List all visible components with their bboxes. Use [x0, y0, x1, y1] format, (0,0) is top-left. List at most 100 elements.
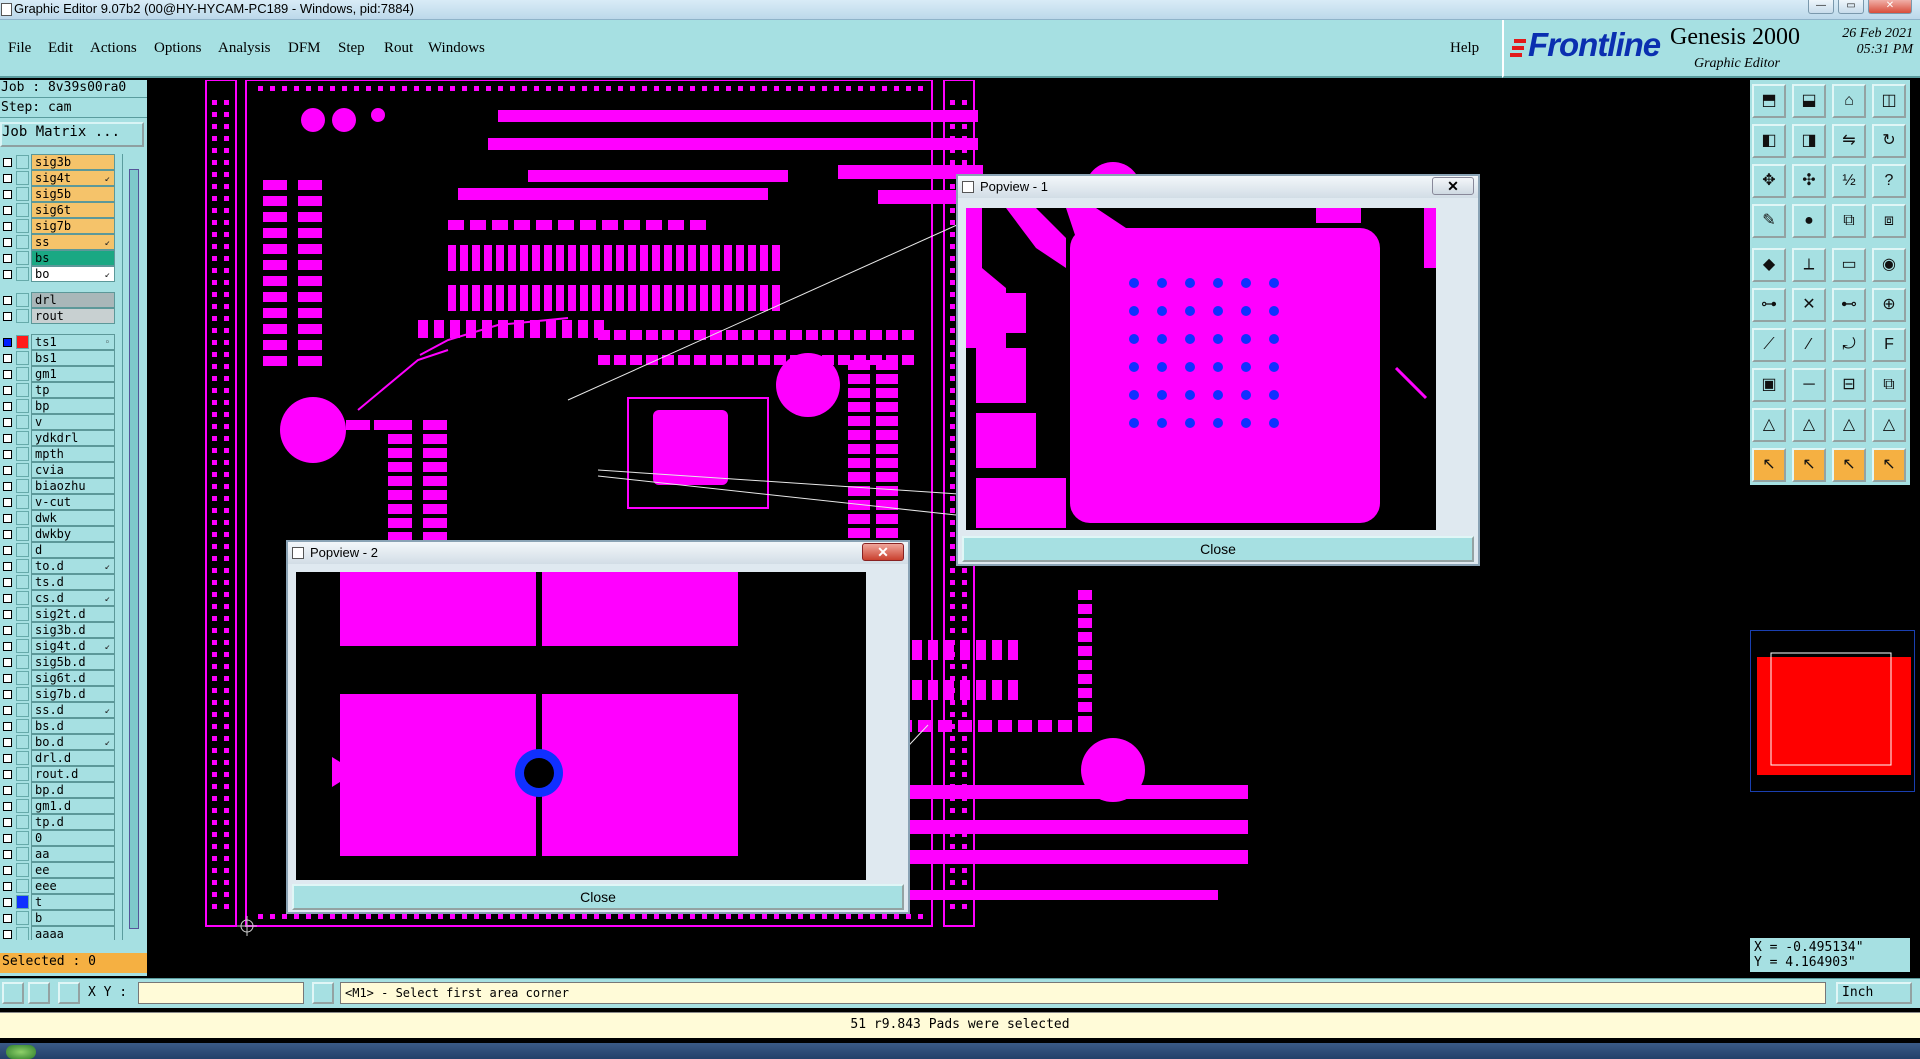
layer-scrollbar[interactable]	[122, 154, 144, 940]
layer-color-swatch[interactable]	[16, 911, 29, 925]
layer-checkbox[interactable]	[3, 850, 12, 859]
layer-color-swatch[interactable]	[16, 655, 29, 669]
layer-row[interactable]: ss.d ↙	[0, 702, 118, 718]
scrollbar-thumb[interactable]	[129, 169, 139, 929]
tool-button[interactable]: ◧	[1752, 124, 1786, 158]
layer-name[interactable]: drl	[31, 292, 115, 308]
layer-checkbox[interactable]	[3, 482, 12, 491]
layer-name[interactable]: sig3b.d	[31, 622, 115, 638]
layer-row[interactable]: sig6t	[0, 202, 118, 218]
layer-color-swatch[interactable]	[16, 767, 29, 781]
menu-actions[interactable]: Actions	[90, 40, 137, 57]
layer-checkbox[interactable]	[3, 642, 12, 651]
layer-checkbox[interactable]	[3, 254, 12, 263]
job-matrix-button[interactable]: Job Matrix ...	[0, 122, 144, 147]
layer-color-swatch[interactable]	[16, 335, 29, 349]
layer-color-swatch[interactable]	[16, 735, 29, 749]
layer-checkbox[interactable]	[3, 594, 12, 603]
layer-color-swatch[interactable]	[16, 719, 29, 733]
layer-checkbox[interactable]	[3, 450, 12, 459]
layer-name[interactable]: sig4t ↙	[31, 170, 115, 186]
layer-row[interactable]: bs1	[0, 350, 118, 366]
layer-color-swatch[interactable]	[16, 415, 29, 429]
layer-row[interactable]: ts.d	[0, 574, 118, 590]
layer-name[interactable]: rout.d	[31, 766, 115, 782]
layer-name[interactable]: v-cut	[31, 494, 115, 510]
tool-button[interactable]: ⁄	[1792, 328, 1826, 362]
layer-color-swatch[interactable]	[16, 879, 29, 893]
layer-checkbox[interactable]	[3, 690, 12, 699]
tool-button[interactable]: ⟂	[1792, 248, 1826, 282]
layer-checkbox[interactable]	[3, 834, 12, 843]
layer-checkbox[interactable]	[3, 530, 12, 539]
tool-button[interactable]: ◨	[1792, 124, 1826, 158]
tool-button[interactable]: ↻	[1872, 124, 1906, 158]
layer-checkbox[interactable]	[3, 578, 12, 587]
tool-button[interactable]: ⧈	[1872, 204, 1906, 238]
layer-row[interactable]: bs.d	[0, 718, 118, 734]
menu-windows[interactable]: Windows	[428, 40, 485, 57]
layer-color-swatch[interactable]	[16, 783, 29, 797]
layer-row[interactable]: t	[0, 894, 118, 910]
layer-color-swatch[interactable]	[16, 219, 29, 233]
layer-color-swatch[interactable]	[16, 293, 29, 307]
layer-color-swatch[interactable]	[16, 895, 29, 909]
layer-checkbox[interactable]	[3, 546, 12, 555]
layer-name[interactable]: ydkdrl	[31, 430, 115, 446]
layer-color-swatch[interactable]	[16, 309, 29, 323]
layer-color-swatch[interactable]	[16, 607, 29, 621]
layer-name[interactable]: ee	[31, 862, 115, 878]
layer-row[interactable]: cvia	[0, 462, 118, 478]
layer-color-swatch[interactable]	[16, 251, 29, 265]
menu-analysis[interactable]: Analysis	[218, 40, 271, 57]
layer-checkbox[interactable]	[3, 658, 12, 667]
layer-checkbox[interactable]	[3, 190, 12, 199]
layer-name[interactable]: aa	[31, 846, 115, 862]
layer-color-swatch[interactable]	[16, 831, 29, 845]
layer-checkbox[interactable]	[3, 754, 12, 763]
tool-button[interactable]: ?	[1872, 164, 1906, 198]
layer-name[interactable]: bo ↙	[31, 266, 115, 282]
layer-checkbox[interactable]	[3, 466, 12, 475]
layer-checkbox[interactable]	[3, 174, 12, 183]
layer-color-swatch[interactable]	[16, 351, 29, 365]
layer-row[interactable]: sig4t ↙	[0, 170, 118, 186]
layer-row[interactable]: drl.d	[0, 750, 118, 766]
tool-button[interactable]: ↖	[1752, 448, 1786, 482]
layer-color-swatch[interactable]	[16, 623, 29, 637]
layer-color-swatch[interactable]	[16, 431, 29, 445]
layer-checkbox[interactable]	[3, 706, 12, 715]
tool-button[interactable]: ✥	[1752, 164, 1786, 198]
layer-checkbox[interactable]	[3, 818, 12, 827]
layer-checkbox[interactable]	[3, 338, 12, 347]
tool-button[interactable]: ⤾	[1832, 328, 1866, 362]
layer-checkbox[interactable]	[3, 738, 12, 747]
tool-button[interactable]: ⬒	[1752, 84, 1786, 118]
layer-row[interactable]: bs	[0, 250, 118, 266]
tool-button[interactable]: ↖	[1872, 448, 1906, 482]
tool-button[interactable]: △	[1792, 408, 1826, 442]
layer-checkbox[interactable]	[3, 206, 12, 215]
layer-name[interactable]: aaaa	[31, 926, 115, 940]
layer-name[interactable]: bp.d	[31, 782, 115, 798]
layer-name[interactable]: sig4t.d ↙	[31, 638, 115, 654]
layer-name[interactable]: drl.d	[31, 750, 115, 766]
layer-checkbox[interactable]	[3, 930, 12, 939]
overview-minimap[interactable]	[1750, 630, 1915, 792]
tool-button[interactable]: ⊕	[1872, 288, 1906, 322]
layer-row[interactable]: ee	[0, 862, 118, 878]
layer-name[interactable]: sig3b	[31, 154, 115, 170]
layer-row[interactable]: b	[0, 910, 118, 926]
layer-row[interactable]: cs.d ↙	[0, 590, 118, 606]
layer-name[interactable]: ss ↙	[31, 234, 115, 250]
layer-name[interactable]: sig2t.d	[31, 606, 115, 622]
popview-2-window[interactable]: Popview - 2 ✕ Close	[286, 540, 910, 914]
layer-checkbox[interactable]	[3, 802, 12, 811]
tool-button[interactable]: ◆	[1752, 248, 1786, 282]
layer-row[interactable]: v-cut	[0, 494, 118, 510]
layer-name[interactable]: sig5b	[31, 186, 115, 202]
layer-name[interactable]: sig7b	[31, 218, 115, 234]
layer-row[interactable]: sig2t.d	[0, 606, 118, 622]
layer-color-swatch[interactable]	[16, 559, 29, 573]
popview-2-canvas[interactable]	[296, 572, 866, 880]
